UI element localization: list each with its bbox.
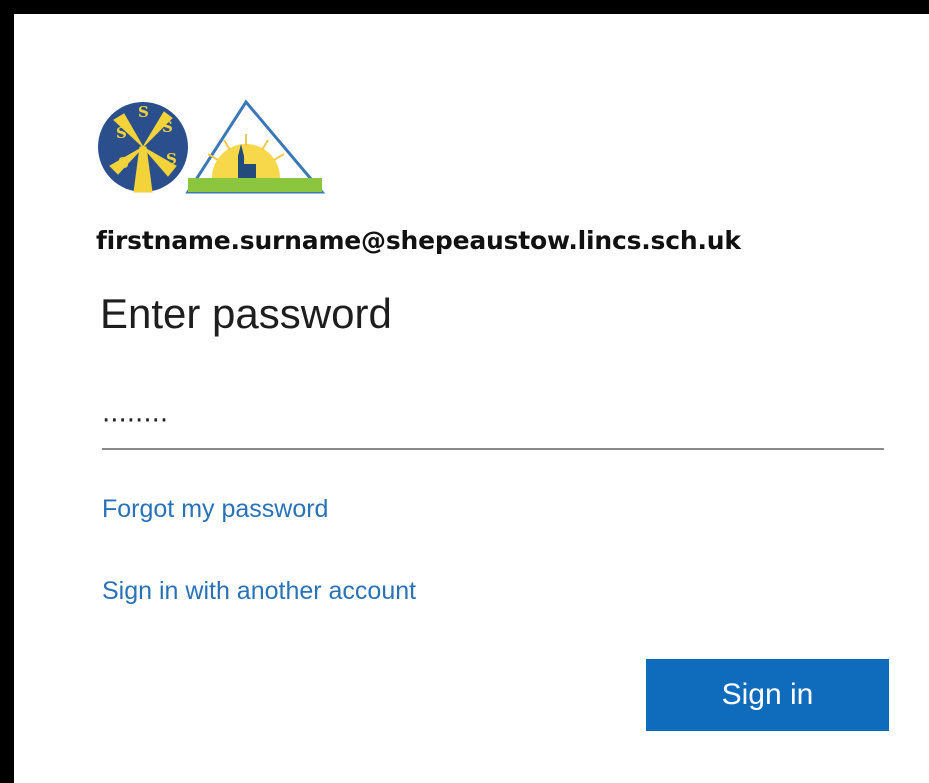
sign-in-button[interactable]: Sign in [646, 659, 889, 731]
svg-text:S: S [118, 154, 129, 172]
password-input[interactable] [102, 394, 884, 450]
account-email: firstname.surname@shepeaustow.lincs.sch.… [96, 226, 741, 255]
page-title: Enter password [100, 290, 392, 337]
forgot-password-link[interactable]: Forgot my password [102, 495, 328, 524]
svg-text:S: S [162, 118, 173, 136]
svg-text:S: S [138, 103, 149, 121]
svg-text:S: S [166, 150, 177, 168]
svg-text:S: S [116, 124, 127, 142]
sign-in-panel: S S S S S firstname.surname@shepeaustow.… [0, 0, 929, 783]
sign-in-another-account-link[interactable]: Sign in with another account [102, 577, 416, 606]
school-logo-icon: S S S S S [98, 99, 326, 194]
